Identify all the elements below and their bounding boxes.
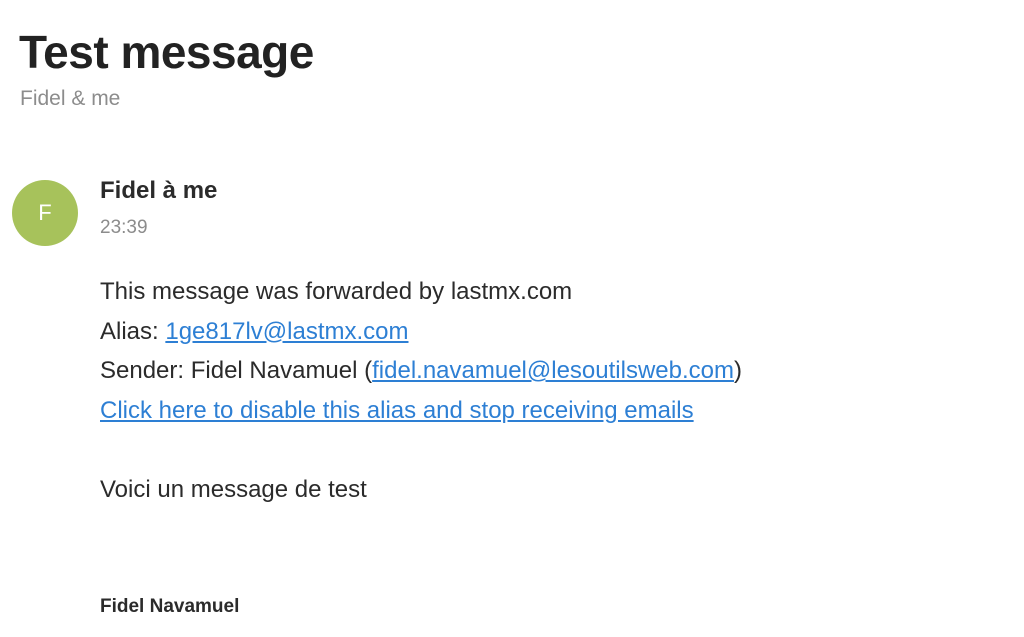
message-time: 23:39 (100, 217, 148, 238)
alias-label: Alias: (100, 317, 166, 345)
alias-email-link[interactable]: 1ge817lv@lastmx.com (165, 318, 408, 345)
sender-info-line: Sender: Fidel Navamuel (fidel.navamuel@l… (100, 351, 1000, 391)
alias-line: Alias: 1ge817lv@lastmx.com (100, 312, 1000, 352)
sender-recipient-line[interactable]: Fidel à me (100, 176, 217, 206)
forward-notice: This message was forwarded by lastmx.com (100, 278, 573, 305)
sender-label: Sender: Fidel Navamuel ( (100, 357, 373, 384)
message-body: This message was forwarded by lastmx.com… (100, 272, 1000, 509)
disable-alias-line: Click here to disable this alias and sto… (100, 391, 1000, 431)
sender-closing-paren: ) (734, 357, 742, 384)
email-subject: Test message (19, 26, 314, 78)
thread-participants: Fidel & me (20, 87, 121, 110)
message-content: Voici un message de test (100, 475, 367, 503)
disable-alias-link[interactable]: Click here to disable this alias and sto… (100, 397, 694, 424)
sender-email-link[interactable]: fidel.navamuel@lesoutilsweb.com (372, 357, 734, 384)
sender-avatar[interactable]: F (12, 180, 78, 246)
avatar-initial: F (38, 200, 52, 225)
signature-name: Fidel Navamuel (100, 596, 240, 617)
